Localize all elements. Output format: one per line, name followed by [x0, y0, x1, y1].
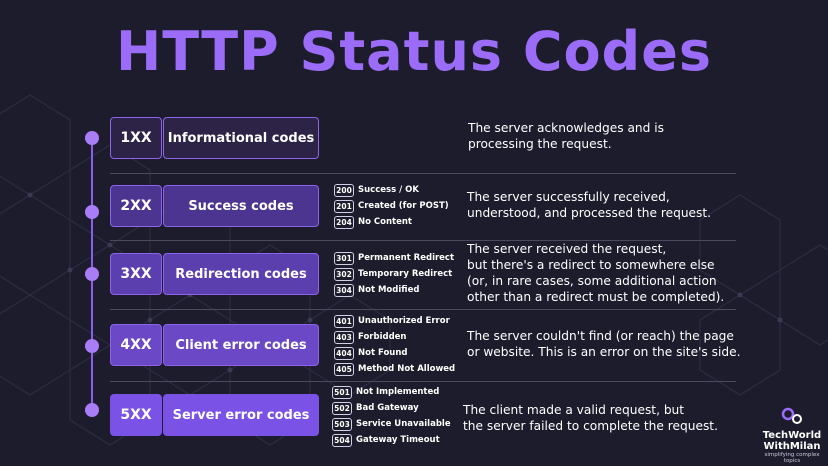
status-name-box: Informational codes — [163, 117, 319, 159]
code-badge: 301 — [334, 251, 354, 265]
example-codes-list: 401 Unauthorized Error 403 Forbidden 404 No… — [334, 313, 455, 377]
gear-logo-icon — [781, 407, 802, 424]
status-name-box: Client error codes — [163, 324, 319, 366]
timeline-dot — [85, 403, 99, 417]
example-code-item: 502 Bad Gateway — [332, 400, 451, 416]
code-badge: 403 — [334, 330, 354, 344]
timeline-dot — [85, 339, 99, 353]
row-divider — [110, 381, 736, 382]
code-badge: 200 — [334, 183, 354, 197]
status-code-box: 1XX — [110, 117, 162, 159]
example-code-item: 403 Forbidden — [334, 329, 455, 345]
status-description: The server acknowledges and is processin… — [468, 121, 664, 151]
status-name-box: Server error codes — [163, 394, 319, 436]
code-badge: 304 — [334, 283, 354, 297]
example-code-item: 404 Not Found — [334, 345, 455, 361]
example-codes-list: 200 Success / OK 201 Created (for POST) 20… — [334, 182, 449, 230]
status-name-box: Success codes — [163, 185, 319, 227]
example-code-item: 405 Method Not Allowed — [334, 361, 455, 377]
code-badge: 501 — [332, 385, 352, 399]
example-code-item: 301 Permanent Redirect — [334, 250, 454, 266]
example-code-item: 504 Gateway Timeout — [332, 432, 451, 448]
timeline-dot — [85, 205, 99, 219]
timeline-dot — [85, 131, 99, 145]
status-description: The server successfully received, unders… — [467, 190, 712, 220]
example-code-item: 401 Unauthorized Error — [334, 313, 455, 329]
code-badge: 405 — [334, 362, 354, 376]
example-codes-list: 301 Permanent Redirect 302 Temporary Redir… — [334, 250, 454, 298]
status-code-box: 5XX — [110, 394, 162, 436]
code-badge: 204 — [334, 215, 354, 229]
page-title: HTTP Status Codes — [116, 20, 712, 83]
logo-text-line2: WithMilan — [763, 441, 821, 452]
techworld-logo: TechWorld WithMilan simplifying complex … — [756, 406, 828, 464]
row-divider — [110, 173, 736, 174]
logo-text-line1: TechWorld — [762, 430, 822, 441]
row-divider — [110, 309, 736, 310]
code-badge: 401 — [334, 314, 354, 328]
timeline-dot — [85, 267, 99, 281]
logo-tagline: simplifying complex topics — [764, 452, 820, 464]
status-code-box: 4XX — [110, 324, 162, 366]
status-description: The server couldn't find (or reach) the … — [467, 329, 741, 359]
example-code-item: 204 No Content — [334, 214, 449, 230]
example-code-item: 503 Service Unavailable — [332, 416, 451, 432]
status-name-box: Redirection codes — [163, 253, 319, 295]
example-code-item: 200 Success / OK — [334, 182, 449, 198]
code-badge: 404 — [334, 346, 354, 360]
code-badge: 302 — [334, 267, 354, 281]
code-badge: 502 — [332, 401, 352, 415]
example-code-item: 201 Created (for POST) — [334, 198, 449, 214]
example-codes-list: 501 Not Implemented 502 Bad Gateway 503 Ser… — [332, 384, 451, 448]
status-code-box: 3XX — [110, 253, 162, 295]
status-description: The client made a valid request, but the… — [463, 403, 718, 433]
example-code-item: 302 Temporary Redirect — [334, 266, 454, 282]
status-code-box: 2XX — [110, 185, 162, 227]
example-code-item: 304 Not Modified — [334, 282, 454, 298]
code-badge: 503 — [332, 417, 352, 431]
status-description: The server received the request, but the… — [467, 242, 725, 304]
code-badge: 201 — [334, 199, 354, 213]
example-code-item: 501 Not Implemented — [332, 384, 451, 400]
code-badge: 504 — [332, 433, 352, 447]
